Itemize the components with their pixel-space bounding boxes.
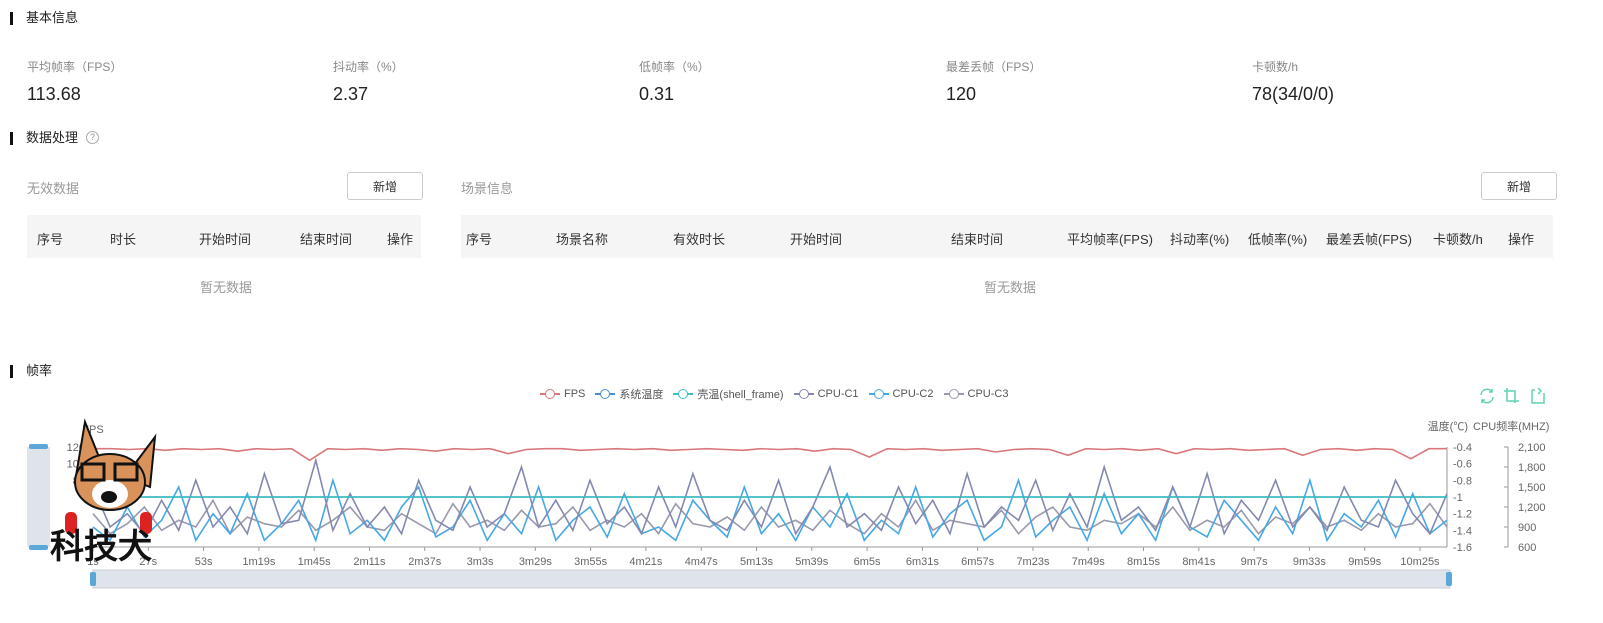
- legend-cpu-c3[interactable]: CPU-C3: [943, 386, 1008, 402]
- x-tick-label: 7m23s: [1016, 556, 1050, 568]
- x-tick-label: 8m41s: [1182, 556, 1216, 568]
- x-tick-label: 3m29s: [519, 556, 553, 568]
- x-tick-label: 6m31s: [906, 556, 940, 568]
- invalid-data-table-header: 序号 时长 开始时间 结束时间 操作: [27, 215, 421, 258]
- legend-cpu-c1[interactable]: CPU-C1: [793, 386, 859, 402]
- y-temp-tick-label: -1.2: [1453, 509, 1472, 521]
- x-tick-label: 6m57s: [961, 556, 995, 568]
- zoom-icon[interactable]: [1504, 388, 1519, 403]
- y-cpu-tick-label: 900: [1518, 522, 1536, 534]
- add-invalid-data-button[interactable]: 新增: [347, 172, 423, 200]
- column-header: 开始时间: [790, 232, 843, 247]
- column-header: 操作: [1508, 232, 1535, 247]
- y-cpu-tick-label: 1,500: [1518, 482, 1546, 494]
- column-header: 序号: [37, 232, 64, 247]
- stat-value-jitter: 2.37: [333, 84, 369, 104]
- stat-label-avg-fps: 平均帧率（FPS）: [27, 60, 123, 74]
- fps-chart[interactable]: 1s 27s 53s 1m19s 1m45s 2m11s 2m37s 3m3s 3m29s 3m5…: [0, 410, 1603, 623]
- stat-value-avg-fps: 113.68: [27, 84, 81, 104]
- y-temp-tick-label: -1: [1453, 492, 1463, 504]
- y-temp-tick-label: -0.4: [1453, 442, 1472, 454]
- x-tick-label: 5m13s: [740, 556, 774, 568]
- x-tick-label: 9m33s: [1293, 556, 1327, 568]
- x-tick-label: 5m39s: [795, 556, 829, 568]
- stat-label-jitter: 抖动率（%）: [333, 60, 404, 74]
- x-tick-label: 3m55s: [574, 556, 608, 568]
- chart-legend: FPS 系统温度 壳温(shell_frame) CPU-C1 CPU-C2 C…: [540, 386, 1008, 402]
- y-temp-axis-label: 温度(℃): [1428, 419, 1468, 433]
- column-header: 结束时间: [951, 232, 1004, 247]
- horizontal-zoom-slider[interactable]: [92, 569, 1451, 589]
- y-temp-tick-label: -1.6: [1453, 542, 1472, 554]
- y-cpu-tick-label: 600: [1518, 542, 1536, 554]
- y-cpu-tick-label: 2,100: [1518, 442, 1546, 454]
- x-tick-label: 9m59s: [1348, 556, 1382, 568]
- x-tick-label: 10m25s: [1400, 556, 1440, 568]
- legend-cpu-c2[interactable]: CPU-C2: [868, 386, 934, 402]
- series-cpu-c2: [92, 477, 1448, 543]
- column-header: 有效时长: [673, 232, 726, 247]
- section-title-basic: 基本信息: [10, 10, 78, 26]
- section-title-processing: 数据处理: [10, 130, 78, 146]
- stat-value-worst-drop: 120: [946, 84, 977, 104]
- column-header: 操作: [387, 232, 414, 247]
- y-cpu-axis-label: CPU频率(MHZ): [1473, 419, 1549, 433]
- y-temp-tick-label: -0.6: [1453, 459, 1472, 471]
- chart-toolbox: [1480, 387, 1545, 404]
- add-scene-button[interactable]: 新增: [1481, 172, 1557, 200]
- y-cpu-tick-label: 1,800: [1518, 462, 1546, 474]
- x-tick-label: 3m3s: [467, 556, 494, 568]
- x-tick-label: 7m49s: [1072, 556, 1106, 568]
- x-tick-label: 2m11s: [353, 556, 386, 568]
- stat-value-low-fps: 0.31: [639, 84, 675, 104]
- column-header: 最差丢帧(FPS): [1326, 232, 1412, 247]
- scene-table-header: 序号 场景名称 有效时长 开始时间 结束时间 平均帧率(FPS) 抖动率(%) …: [461, 215, 1553, 258]
- watermark-text: 科技犬: [50, 527, 152, 562]
- stat-label-worst-drop: 最差丢帧（FPS）: [946, 60, 1042, 74]
- x-tick-label: 4m21s: [629, 556, 663, 568]
- stat-value-stutter: 78(34/0/0): [1252, 84, 1335, 104]
- column-header: 时长: [110, 232, 137, 247]
- legend-shell-temp[interactable]: 壳温(shell_frame): [673, 386, 784, 402]
- x-tick-label: 6m5s: [854, 556, 881, 568]
- column-header: 卡顿数/h: [1433, 232, 1483, 247]
- stat-label-stutter: 卡顿数/h: [1252, 60, 1299, 74]
- x-tick-label: 1m45s: [298, 556, 332, 568]
- column-header: 结束时间: [300, 232, 353, 247]
- section-title-framerate: 帧率: [10, 363, 52, 379]
- help-icon[interactable]: ?: [86, 131, 99, 144]
- scene-table-empty: 暂无数据: [984, 280, 1037, 295]
- x-tick-label: 9m7s: [1241, 556, 1268, 568]
- watermark-logo: 科技犬: [50, 418, 157, 562]
- legend-fps[interactable]: FPS: [540, 386, 585, 402]
- series-fps: [93, 447, 1447, 462]
- zoom-reset-icon[interactable]: [1531, 387, 1545, 404]
- invalid-data-title: 无效数据: [27, 181, 80, 196]
- restore-icon[interactable]: [1480, 388, 1494, 404]
- column-header: 序号: [466, 232, 493, 247]
- y-temp-tick-label: -1.4: [1453, 525, 1472, 537]
- stat-label-low-fps: 低帧率（%）: [639, 60, 710, 74]
- y-temp-tick-label: -0.8: [1453, 475, 1472, 487]
- column-header: 低帧率(%): [1248, 232, 1308, 247]
- x-tick-label: 2m37s: [408, 556, 442, 568]
- column-header: 抖动率(%): [1170, 232, 1230, 247]
- invalid-data-empty: 暂无数据: [200, 280, 253, 295]
- column-header: 场景名称: [556, 232, 609, 247]
- column-header: 开始时间: [199, 232, 252, 247]
- scene-info-title: 场景信息: [461, 181, 514, 196]
- legend-system-temp[interactable]: 系统温度: [595, 386, 663, 402]
- x-tick-label: 8m15s: [1127, 556, 1161, 568]
- x-tick-label: 1m19s: [242, 556, 276, 568]
- x-tick-label: 4m47s: [685, 556, 719, 568]
- horizontal-zoom-handle-left[interactable]: [90, 572, 96, 586]
- x-tick-label: 53s: [195, 556, 213, 568]
- horizontal-zoom-handle-right[interactable]: [1446, 572, 1452, 586]
- column-header: 平均帧率(FPS): [1067, 232, 1153, 247]
- y-cpu-tick-label: 1,200: [1518, 502, 1546, 514]
